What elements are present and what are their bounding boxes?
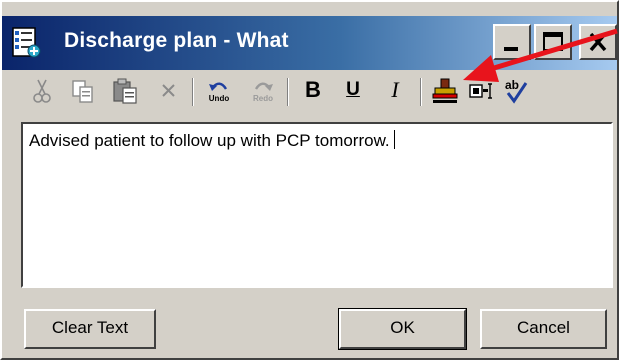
toolbar-separator — [420, 78, 422, 106]
italic-icon: I — [391, 77, 399, 102]
minimize-button[interactable] — [493, 24, 531, 60]
copy-button[interactable] — [68, 76, 98, 106]
formatting-toolbar: Undo Redo B U I ab — [2, 70, 617, 114]
insert-field-button[interactable] — [466, 76, 496, 106]
toolbar-separator — [287, 78, 289, 106]
clear-text-button[interactable]: Clear Text — [24, 309, 156, 349]
stamp-icon — [430, 76, 460, 106]
underline-icon: U — [346, 79, 360, 100]
delete-icon — [154, 76, 184, 106]
spell-check-button[interactable]: ab — [502, 76, 532, 106]
dialog-window: Discharge plan - What Undo Redo B U I ab… — [0, 0, 619, 360]
bold-icon: B — [305, 77, 321, 102]
text-caret — [393, 130, 395, 149]
redo-button[interactable]: Redo — [248, 76, 278, 106]
spell-check-icon: ab — [502, 76, 532, 106]
stamp-button[interactable] — [430, 76, 460, 106]
cut-icon — [28, 76, 58, 106]
paste-button[interactable] — [110, 76, 140, 106]
toolbar-separator — [192, 78, 194, 106]
editor-text: Advised patient to follow up with PCP to… — [29, 131, 390, 150]
underline-button[interactable]: U — [338, 74, 368, 106]
close-button[interactable] — [579, 24, 617, 60]
cancel-button[interactable]: Cancel — [480, 309, 607, 349]
insert-field-icon — [466, 76, 496, 106]
window-title: Discharge plan - What — [64, 29, 289, 52]
copy-icon — [68, 76, 98, 106]
ok-button[interactable]: OK — [338, 308, 467, 350]
bold-button[interactable]: B — [298, 74, 328, 106]
undo-label: Undo — [208, 94, 230, 103]
paste-icon — [110, 76, 140, 106]
undo-button[interactable]: Undo — [204, 76, 234, 106]
redo-label: Redo — [253, 94, 273, 103]
document-icon — [10, 26, 44, 60]
maximize-button[interactable] — [534, 24, 572, 60]
svg-text:ab: ab — [505, 78, 519, 92]
cut-button[interactable] — [28, 76, 58, 106]
text-editor[interactable]: Advised patient to follow up with PCP to… — [21, 122, 613, 288]
delete-button[interactable] — [154, 76, 184, 106]
italic-button[interactable]: I — [380, 74, 410, 106]
title-bar[interactable]: Discharge plan - What — [2, 16, 617, 70]
